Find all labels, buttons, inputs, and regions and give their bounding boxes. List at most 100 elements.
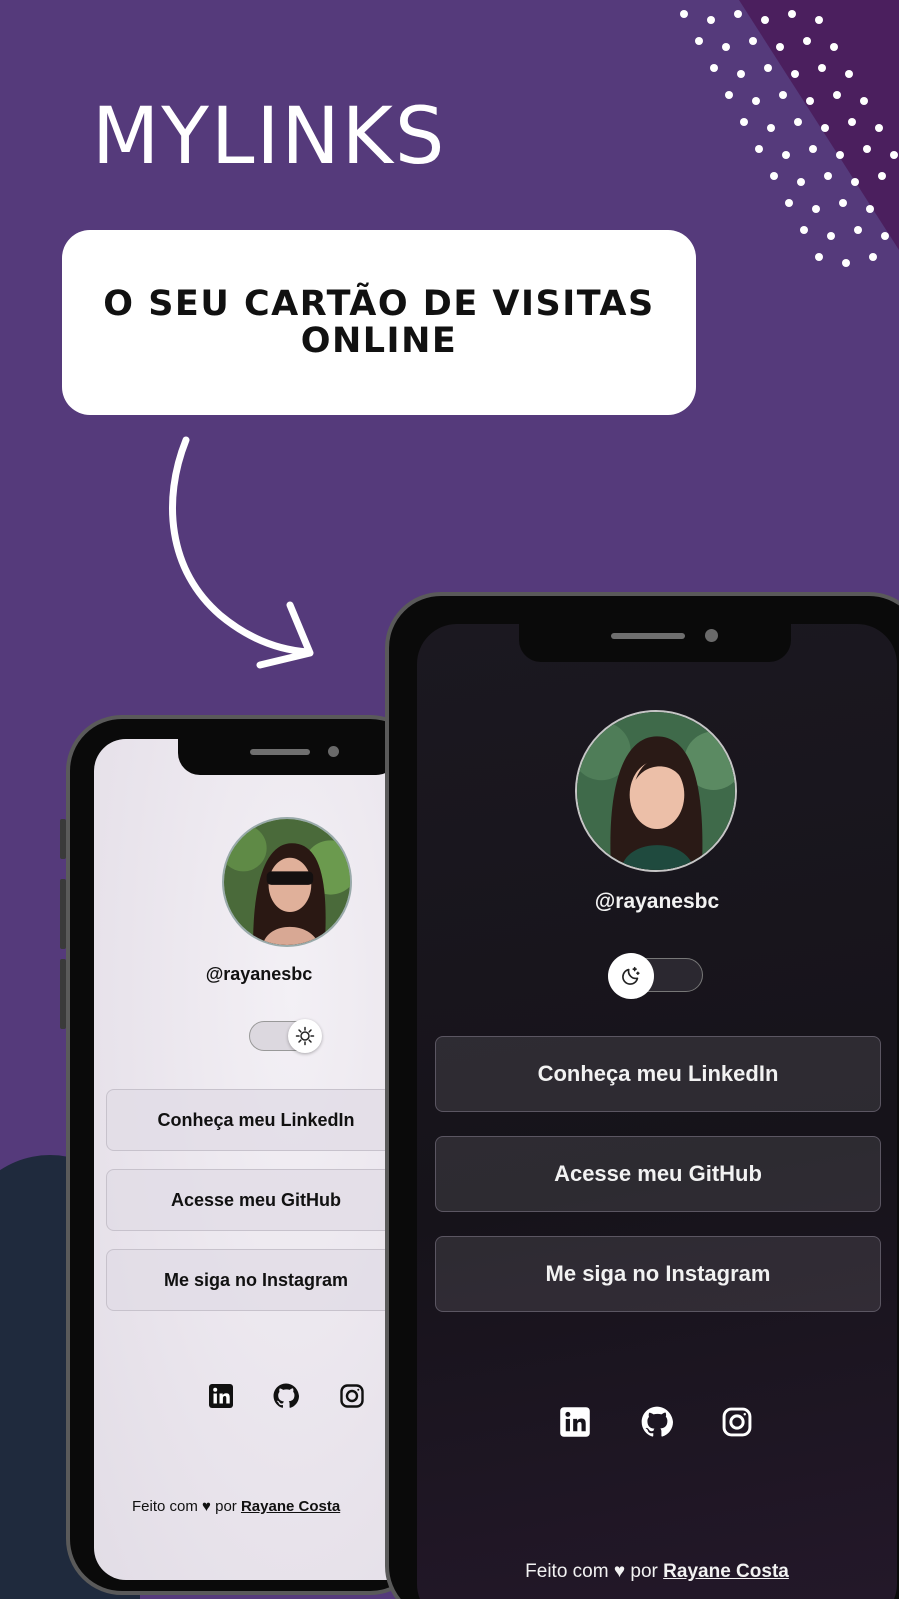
github-link-button[interactable]: Acesse meu GitHub xyxy=(106,1169,406,1231)
footer-by: por xyxy=(630,1561,658,1582)
curved-arrow-icon xyxy=(169,436,314,669)
decorative-dot xyxy=(764,64,772,72)
decorative-dot xyxy=(722,43,730,51)
decorative-dot xyxy=(854,226,862,234)
tagline-text: O SEU CARTÃO DE VISITAS ONLINE xyxy=(103,283,655,361)
decorative-dot xyxy=(848,118,856,126)
decorative-dot xyxy=(710,64,718,72)
decorative-dot xyxy=(842,259,850,267)
light-screen: @rayanesbc Conheça meu LinkedIn Acesse m… xyxy=(94,739,424,1580)
decorative-dot xyxy=(749,37,757,45)
moon-icon xyxy=(608,953,654,999)
decorative-dot xyxy=(779,91,787,99)
github-link-button[interactable]: Acesse meu GitHub xyxy=(435,1136,881,1212)
decorative-dot xyxy=(863,145,871,153)
decorative-dot xyxy=(809,145,817,153)
decorative-dot xyxy=(815,253,823,261)
dot-pattern xyxy=(680,10,899,310)
footer: Feito com ♥ por Rayane Costa xyxy=(417,1561,897,1583)
footer-by: por xyxy=(215,1498,237,1515)
decorative-dot xyxy=(830,43,838,51)
side-button xyxy=(60,879,66,949)
avatar xyxy=(575,710,737,872)
decorative-dot xyxy=(797,178,805,186)
footer-prefix: Feito com xyxy=(525,1561,609,1582)
phone-dark-mode: @rayanesbc Conheça meu LinkedIn Acesse m… xyxy=(385,592,899,1599)
decorative-dot xyxy=(851,178,859,186)
decorative-dot xyxy=(869,253,877,261)
phone-notch xyxy=(178,739,398,775)
linkedin-icon[interactable] xyxy=(557,1404,593,1440)
decorative-dot xyxy=(752,97,760,105)
phone-notch xyxy=(519,624,791,662)
avatar xyxy=(222,817,352,947)
linkedin-icon[interactable] xyxy=(206,1381,236,1411)
instagram-link-button[interactable]: Me siga no Instagram xyxy=(435,1236,881,1312)
github-icon[interactable] xyxy=(639,1404,675,1440)
heart-icon: ♥ xyxy=(613,1561,626,1582)
decorative-dot xyxy=(836,151,844,159)
heart-icon: ♥ xyxy=(202,1498,211,1515)
tagline-card: O SEU CARTÃO DE VISITAS ONLINE xyxy=(62,230,696,415)
instagram-icon[interactable] xyxy=(337,1381,367,1411)
decorative-dot xyxy=(824,172,832,180)
dark-screen: @rayanesbc Conheça meu LinkedIn Acesse m… xyxy=(417,624,897,1599)
github-icon[interactable] xyxy=(271,1381,301,1411)
decorative-dot xyxy=(794,118,802,126)
decorative-dot xyxy=(803,37,811,45)
decorative-dot xyxy=(878,172,886,180)
theme-toggle[interactable] xyxy=(608,953,703,999)
phone-light-mode: @rayanesbc Conheça meu LinkedIn Acesse m… xyxy=(60,715,426,1595)
decorative-dot xyxy=(740,118,748,126)
linkedin-link-button[interactable]: Conheça meu LinkedIn xyxy=(435,1036,881,1112)
camera xyxy=(328,746,339,757)
decorative-dot xyxy=(680,10,688,18)
decorative-dot xyxy=(770,172,778,180)
camera xyxy=(705,629,718,642)
username-handle: @rayanesbc xyxy=(594,890,720,913)
decorative-dot xyxy=(866,205,874,213)
username-handle: @rayanesbc xyxy=(205,964,313,984)
decorative-dot xyxy=(800,226,808,234)
author-link[interactable]: Rayane Costa xyxy=(663,1561,789,1582)
decorative-dot xyxy=(812,205,820,213)
side-button xyxy=(60,959,66,1029)
decorative-dot xyxy=(776,43,784,51)
decorative-dot xyxy=(767,124,775,132)
side-button xyxy=(60,819,66,859)
speaker xyxy=(611,633,685,639)
decorative-dot xyxy=(875,124,883,132)
decorative-dot xyxy=(695,37,703,45)
footer-prefix: Feito com xyxy=(132,1498,198,1515)
decorative-dot xyxy=(890,151,898,159)
author-link[interactable]: Rayane Costa xyxy=(241,1498,340,1515)
decorative-dot xyxy=(707,16,715,24)
decorative-dot xyxy=(785,199,793,207)
decorative-dot xyxy=(881,232,889,240)
decorative-dot xyxy=(791,70,799,78)
decorative-dot xyxy=(806,97,814,105)
decorative-dot xyxy=(788,10,796,18)
decorative-dot xyxy=(734,10,742,18)
decorative-dot xyxy=(833,91,841,99)
sun-icon xyxy=(288,1019,322,1053)
decorative-dot xyxy=(761,16,769,24)
decorative-dot xyxy=(725,91,733,99)
linkedin-link-button[interactable]: Conheça meu LinkedIn xyxy=(106,1089,406,1151)
footer: Feito com ♥ por Rayane Costa xyxy=(132,1498,424,1515)
decorative-dot xyxy=(827,232,835,240)
speaker xyxy=(250,749,310,755)
brand-title: MYLINKS xyxy=(92,92,447,182)
decorative-dot xyxy=(845,70,853,78)
decorative-dot xyxy=(821,124,829,132)
theme-toggle[interactable] xyxy=(249,1019,322,1053)
decorative-dot xyxy=(818,64,826,72)
decorative-dot xyxy=(815,16,823,24)
decorative-dot xyxy=(860,97,868,105)
instagram-link-button[interactable]: Me siga no Instagram xyxy=(106,1249,406,1311)
decorative-dot xyxy=(755,145,763,153)
instagram-icon[interactable] xyxy=(719,1404,755,1440)
decorative-dot xyxy=(737,70,745,78)
decorative-dot xyxy=(782,151,790,159)
decorative-dot xyxy=(839,199,847,207)
